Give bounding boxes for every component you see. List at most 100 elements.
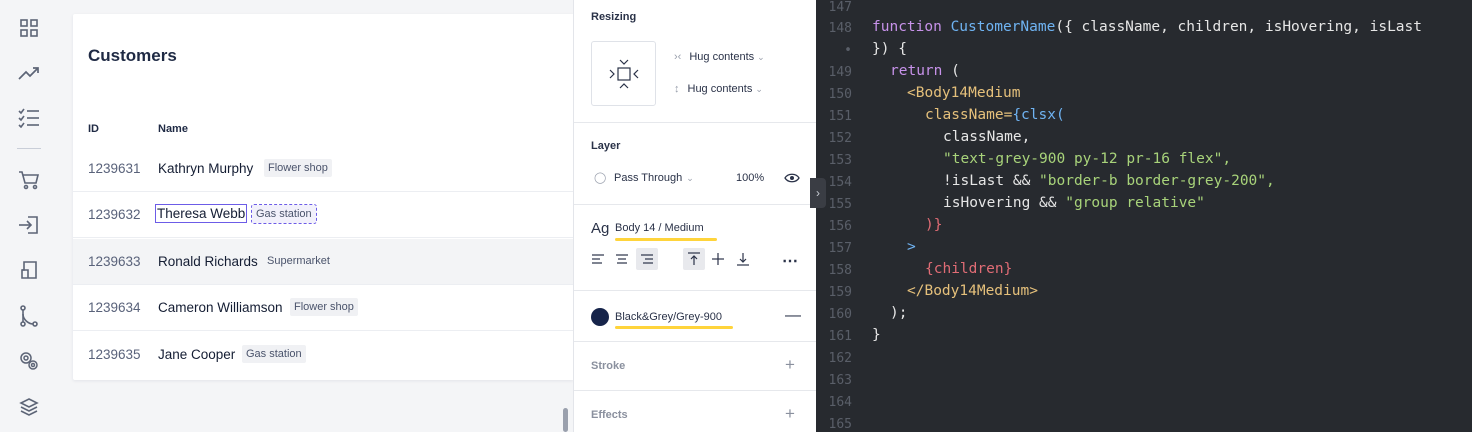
align-center-icon[interactable] (611, 248, 633, 270)
text-section: Ag Body 14 / Medium ⋯ (574, 205, 817, 291)
effects-section: Effects + (574, 391, 817, 432)
customer-id: 1239635 (88, 347, 141, 362)
panel-collapse-handle[interactable]: › (810, 178, 826, 208)
code-string: "border-b border-grey-200", (1039, 173, 1275, 189)
chevron-down-icon: ⌄ (757, 52, 765, 62)
line-number: 165 (828, 417, 852, 432)
code-params: ({ className, children, isHovering, isLa… (1055, 19, 1422, 35)
align-right-icon[interactable] (636, 248, 658, 270)
color-swatch[interactable] (591, 308, 609, 326)
add-stroke-icon[interactable]: + (785, 355, 795, 375)
table-row[interactable]: 1239631 Kathryn Murphy Flower shop (73, 146, 573, 192)
code-line: function CustomerName({ className, child… (872, 19, 1422, 35)
grid-icon[interactable] (17, 16, 41, 40)
more-options-icon[interactable]: ⋯ (782, 251, 799, 271)
text-style-prefix: Ag (591, 220, 610, 237)
fill-color-highlight (615, 326, 733, 329)
chevron-down-icon: ⌄ (755, 84, 763, 94)
align-left-icon[interactable] (587, 248, 609, 270)
opacity-value[interactable]: 100% (736, 172, 764, 184)
code-line: )} (925, 217, 943, 233)
width-resize-dropdown[interactable]: ›‹ Hug contents ⌄ (674, 51, 765, 63)
remove-fill-icon[interactable]: — (785, 307, 801, 325)
customer-id: 1239632 (88, 207, 141, 222)
code-string: "group relative" (1065, 195, 1205, 211)
layer-title: Layer (591, 140, 621, 152)
customer-tag: Gas station (242, 345, 306, 363)
line-number: 164 (828, 395, 852, 410)
line-number: 162 (828, 351, 852, 366)
table-row[interactable]: 1239632 Theresa Webb Gas station (73, 192, 573, 238)
customer-id: 1239634 (88, 300, 141, 315)
inspector-panel: Resizing ›‹ Hug contents ⌄ ↕ Hug contents ⌄ … (573, 0, 817, 432)
code-editor[interactable]: 147 148 • 149 150 151 152 153 154 155 15… (816, 0, 1472, 432)
code-line: !isLast && "border-b border-grey-200", (943, 173, 1275, 189)
page-title: Customers (88, 46, 177, 65)
layers-icon[interactable] (17, 395, 41, 419)
column-header-name[interactable]: Name (158, 123, 188, 135)
line-number: 160 (828, 307, 852, 322)
line-number: 150 (828, 87, 852, 102)
effects-title: Effects (591, 409, 628, 421)
resize-preview[interactable] (591, 41, 656, 106)
fill-section: Black&Grey/Grey-900 — (574, 291, 817, 342)
code-line: ); (890, 305, 908, 321)
code-punct: ( (942, 63, 960, 79)
resizing-section: Resizing ›‹ Hug contents ⌄ ↕ Hug contents ⌄ (574, 0, 817, 123)
resizing-title: Resizing (591, 11, 637, 23)
height-resize-dropdown[interactable]: ↕ Hug contents ⌄ (674, 83, 763, 95)
text-style-dropdown[interactable]: Body 14 / Medium (615, 222, 704, 234)
add-effect-icon[interactable]: + (785, 404, 795, 424)
stroke-title: Stroke (591, 360, 626, 372)
cart-icon[interactable] (17, 168, 41, 192)
sidebar-rail (0, 0, 58, 432)
scrollbar[interactable] (563, 408, 568, 432)
height-arrows-icon: ↕ (674, 83, 680, 95)
git-branch-icon[interactable] (17, 304, 41, 328)
document-icon[interactable] (17, 258, 41, 282)
line-number: 153 (828, 153, 852, 168)
customer-id: 1239633 (88, 254, 141, 269)
blend-drop-icon: ◯ (594, 172, 607, 184)
text-style-highlight (615, 238, 717, 241)
customer-tag: Flower shop (264, 159, 332, 177)
column-header-id[interactable]: ID (88, 123, 99, 135)
code-line: return ( (890, 63, 960, 79)
line-number: 159 (828, 285, 852, 300)
table-row-hover[interactable]: 1239633 Ronald Richards Supermarket (73, 239, 573, 285)
table-row[interactable]: 1239634 Cameron Williamson Flower shop (73, 285, 573, 331)
customer-tag-selected[interactable]: Gas station (251, 204, 317, 224)
code-line: } (872, 327, 881, 343)
code-expr: !isLast && (943, 173, 1040, 189)
code-expr: {clsx( (1012, 107, 1065, 123)
settings-gears-icon[interactable] (17, 349, 41, 373)
table-row[interactable]: 1239635 Jane Cooper Gas station (73, 332, 573, 378)
width-mode-label: Hug contents (689, 51, 755, 63)
code-attr: className= (925, 107, 1013, 123)
customer-tag: Flower shop (290, 298, 358, 316)
checklist-icon[interactable] (17, 106, 41, 130)
customer-name: Cameron Williamson (158, 300, 283, 315)
line-number: 149 (828, 65, 852, 80)
valign-top-icon[interactable] (683, 248, 705, 270)
blend-mode-dropdown[interactable]: Pass Through ⌄ (614, 172, 694, 184)
code-line: <Body14Medium (907, 85, 1021, 101)
code-line: className={clsx( (925, 107, 1065, 123)
fill-color-name[interactable]: Black&Grey/Grey-900 (615, 311, 722, 323)
eye-icon[interactable] (784, 172, 800, 187)
trend-up-icon[interactable] (17, 61, 41, 85)
customer-tag: Supermarket (267, 255, 330, 267)
login-icon[interactable] (17, 213, 41, 237)
line-number: 148 (828, 21, 852, 36)
chevron-right-icon: › (816, 186, 820, 200)
line-number: 147 (828, 0, 852, 15)
valign-middle-icon[interactable] (707, 248, 729, 270)
code-line: isHovering && "group relative" (943, 195, 1205, 211)
code-line: </Body14Medium> (907, 283, 1038, 299)
line-wrap-marker: • (844, 43, 852, 58)
layer-section: Layer ◯ Pass Through ⌄ 100% (574, 123, 817, 205)
code-line: className, (943, 129, 1031, 145)
customers-card: Customers ID Name 1239631 Kathryn Murphy… (73, 14, 573, 380)
valign-bottom-icon[interactable] (732, 248, 754, 270)
customer-name-selected[interactable]: Theresa Webb (154, 204, 248, 223)
